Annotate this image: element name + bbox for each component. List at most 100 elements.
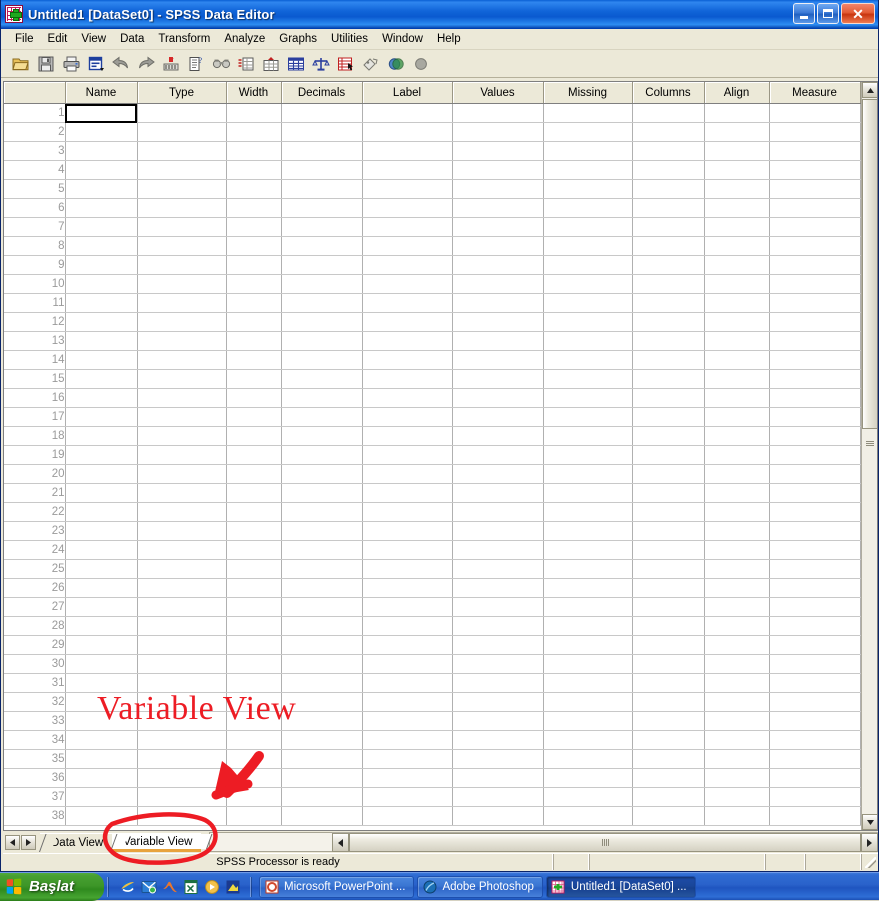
cell-6-align[interactable]: [704, 198, 770, 218]
find-icon[interactable]: [209, 52, 233, 75]
cell-32-columns[interactable]: [632, 692, 705, 712]
cell-37-decimals[interactable]: [281, 787, 363, 807]
cell-6-values[interactable]: [452, 198, 544, 218]
row-header-32[interactable]: 32: [4, 692, 66, 712]
cell-32-missing[interactable]: [543, 692, 633, 712]
cell-12-values[interactable]: [452, 312, 544, 332]
cell-11-decimals[interactable]: [281, 293, 363, 313]
cell-36-decimals[interactable]: [281, 768, 363, 788]
cell-29-missing[interactable]: [543, 635, 633, 655]
matlab-icon[interactable]: [161, 878, 178, 895]
cell-1-align[interactable]: [704, 103, 770, 123]
horizontal-scrollbar[interactable]: [332, 832, 878, 852]
cell-23-decimals[interactable]: [281, 521, 363, 541]
column-header-decimals[interactable]: Decimals: [281, 82, 363, 104]
cell-11-values[interactable]: [452, 293, 544, 313]
row-header-2[interactable]: 2: [4, 122, 66, 142]
cell-14-width[interactable]: [226, 350, 282, 370]
cell-23-columns[interactable]: [632, 521, 705, 541]
cell-30-align[interactable]: [704, 654, 770, 674]
taskbar-button-spss[interactable]: Untitled1 [DataSet0] ...: [545, 875, 696, 898]
cell-21-missing[interactable]: [543, 483, 633, 503]
cell-22-type[interactable]: [137, 502, 227, 522]
menu-utilities[interactable]: Utilities: [324, 31, 375, 47]
cell-35-missing[interactable]: [543, 749, 633, 769]
cell-38-width[interactable]: [226, 806, 282, 826]
cell-5-measure[interactable]: [769, 179, 861, 199]
row-header-23[interactable]: 23: [4, 521, 66, 541]
cell-6-measure[interactable]: [769, 198, 861, 218]
cell-24-width[interactable]: [226, 540, 282, 560]
cell-9-missing[interactable]: [543, 255, 633, 275]
cell-34-name[interactable]: [65, 730, 138, 750]
cell-37-measure[interactable]: [769, 787, 861, 807]
row-header-24[interactable]: 24: [4, 540, 66, 560]
column-header-measure[interactable]: Measure: [769, 82, 861, 104]
cell-37-columns[interactable]: [632, 787, 705, 807]
cell-7-values[interactable]: [452, 217, 544, 237]
cell-29-label[interactable]: [362, 635, 453, 655]
select-cases-icon[interactable]: [334, 52, 358, 75]
cell-6-missing[interactable]: [543, 198, 633, 218]
cell-9-align[interactable]: [704, 255, 770, 275]
cell-17-width[interactable]: [226, 407, 282, 427]
cell-36-name[interactable]: [65, 768, 138, 788]
cell-11-align[interactable]: [704, 293, 770, 313]
cell-7-name[interactable]: [65, 217, 138, 237]
cell-9-decimals[interactable]: [281, 255, 363, 275]
cell-3-decimals[interactable]: [281, 141, 363, 161]
cell-5-align[interactable]: [704, 179, 770, 199]
cell-18-decimals[interactable]: [281, 426, 363, 446]
cell-32-label[interactable]: [362, 692, 453, 712]
cell-34-measure[interactable]: [769, 730, 861, 750]
row-header-17[interactable]: 17: [4, 407, 66, 427]
cell-19-measure[interactable]: [769, 445, 861, 465]
cell-1-width[interactable]: [226, 103, 282, 123]
cell-20-type[interactable]: [137, 464, 227, 484]
cell-11-name[interactable]: [65, 293, 138, 313]
cell-18-align[interactable]: [704, 426, 770, 446]
cell-3-measure[interactable]: [769, 141, 861, 161]
scroll-up-button[interactable]: [862, 82, 877, 98]
cell-22-align[interactable]: [704, 502, 770, 522]
cell-18-values[interactable]: [452, 426, 544, 446]
cell-6-type[interactable]: [137, 198, 227, 218]
cell-13-measure[interactable]: [769, 331, 861, 351]
row-header-22[interactable]: 22: [4, 502, 66, 522]
cell-1-type[interactable]: [137, 103, 227, 123]
cell-17-name[interactable]: [65, 407, 138, 427]
tab-next-button[interactable]: [21, 834, 36, 850]
cell-4-missing[interactable]: [543, 160, 633, 180]
row-header-27[interactable]: 27: [4, 597, 66, 617]
cell-17-missing[interactable]: [543, 407, 633, 427]
cell-33-columns[interactable]: [632, 711, 705, 731]
cell-18-missing[interactable]: [543, 426, 633, 446]
cell-29-decimals[interactable]: [281, 635, 363, 655]
cell-36-width[interactable]: [226, 768, 282, 788]
cell-3-type[interactable]: [137, 141, 227, 161]
cell-31-missing[interactable]: [543, 673, 633, 693]
cell-14-columns[interactable]: [632, 350, 705, 370]
cell-15-type[interactable]: [137, 369, 227, 389]
paint-shop-icon[interactable]: [224, 878, 241, 895]
cell-9-values[interactable]: [452, 255, 544, 275]
cell-32-align[interactable]: [704, 692, 770, 712]
cell-7-decimals[interactable]: [281, 217, 363, 237]
cell-35-width[interactable]: [226, 749, 282, 769]
taskbar-button-photoshop[interactable]: Adobe Photoshop: [417, 875, 543, 898]
cell-38-label[interactable]: [362, 806, 453, 826]
cell-33-align[interactable]: [704, 711, 770, 731]
cell-19-width[interactable]: [226, 445, 282, 465]
split-file-icon[interactable]: [284, 52, 308, 75]
cell-22-label[interactable]: [362, 502, 453, 522]
cell-24-values[interactable]: [452, 540, 544, 560]
cell-38-type[interactable]: [137, 806, 227, 826]
row-header-31[interactable]: 31: [4, 673, 66, 693]
cell-38-decimals[interactable]: [281, 806, 363, 826]
cell-10-values[interactable]: [452, 274, 544, 294]
scroll-right-button[interactable]: [861, 833, 878, 852]
cell-3-columns[interactable]: [632, 141, 705, 161]
cell-36-columns[interactable]: [632, 768, 705, 788]
cell-12-label[interactable]: [362, 312, 453, 332]
cell-16-type[interactable]: [137, 388, 227, 408]
